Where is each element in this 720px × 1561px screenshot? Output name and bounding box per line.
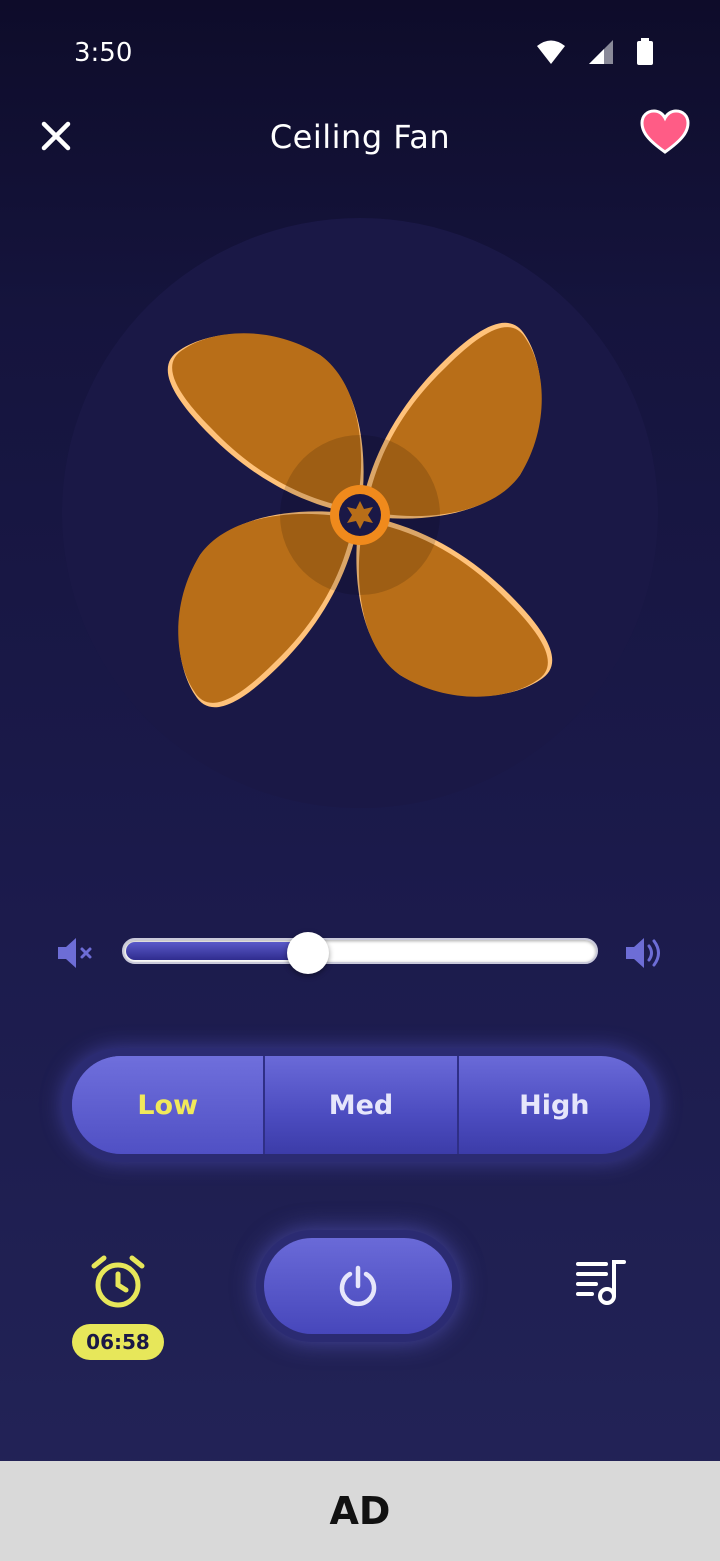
alarm-clock-icon [91, 1255, 145, 1308]
status-time: 3:50 [74, 38, 133, 68]
playlist-icon[interactable] [574, 1256, 630, 1308]
status-icons [536, 38, 654, 66]
signal-icon [589, 40, 613, 64]
battery-icon [637, 38, 653, 65]
power-button[interactable] [264, 1238, 452, 1334]
wifi-icon [537, 40, 565, 64]
speed-low-button[interactable]: Low [72, 1056, 266, 1154]
volume-slider[interactable] [122, 932, 598, 974]
speed-options: Low Med High [72, 1056, 650, 1154]
volume-slider-fill [126, 942, 310, 960]
timer-countdown: 06:58 [72, 1324, 164, 1360]
speed-selector: Low Med High [62, 1048, 660, 1162]
volume-control [50, 925, 670, 981]
status-bar: 3:50 [0, 0, 720, 110]
volume-slider-thumb[interactable] [287, 932, 329, 974]
header: Ceiling Fan [0, 100, 720, 180]
power-icon [339, 1265, 377, 1307]
heart-icon[interactable] [640, 108, 690, 158]
volume-mute-icon[interactable] [56, 935, 96, 971]
volume-up-icon[interactable] [624, 935, 664, 971]
timer-button[interactable]: 06:58 [72, 1254, 164, 1364]
power-control [256, 1230, 460, 1342]
fan-blades[interactable] [150, 300, 570, 730]
fan-hub [330, 485, 390, 545]
ad-label: AD [329, 1489, 391, 1533]
speed-high-button[interactable]: High [459, 1056, 650, 1154]
page-title: Ceiling Fan [269, 118, 451, 156]
ad-banner[interactable]: AD [0, 1461, 720, 1561]
speed-med-button[interactable]: Med [265, 1056, 459, 1154]
